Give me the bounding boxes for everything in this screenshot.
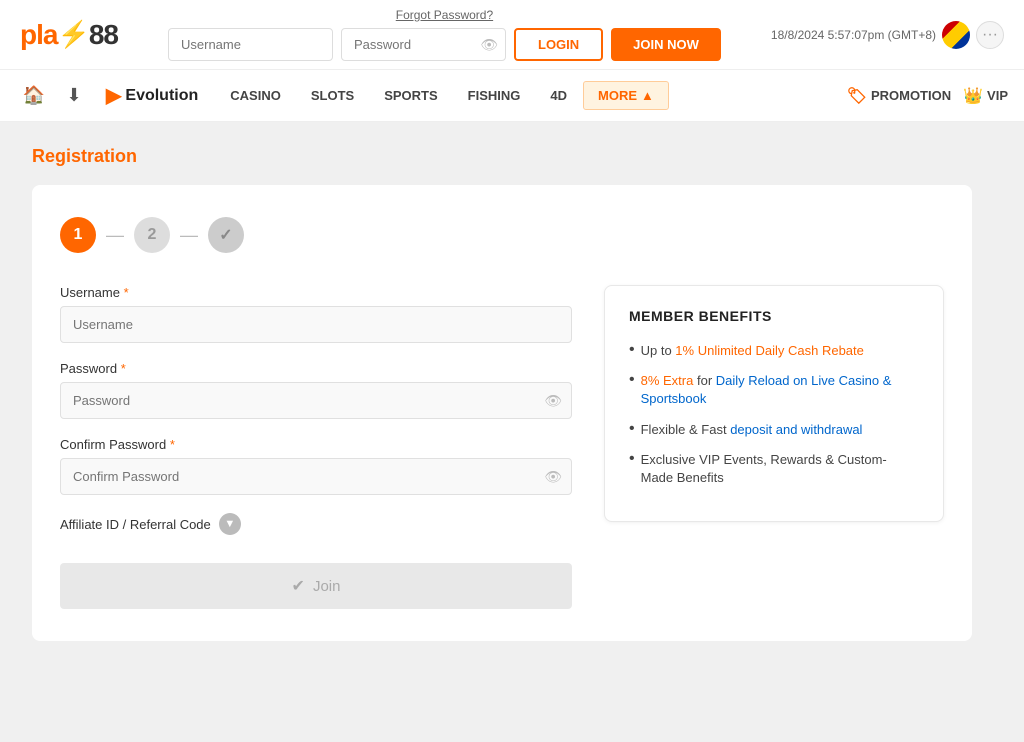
- logo-lightning: ⚡: [57, 19, 88, 50]
- password-field[interactable]: [60, 382, 572, 419]
- nav-more[interactable]: MORE ▲: [583, 81, 669, 110]
- main-content: Registration 1 — 2 — ✓ Username *: [0, 122, 1024, 742]
- registration-card: 1 — 2 — ✓ Username *: [32, 185, 972, 641]
- evolution-arrow-icon: ▶: [106, 83, 121, 108]
- step-2: 2: [134, 217, 170, 253]
- flag-icon[interactable]: [942, 21, 970, 49]
- step-dash-2: —: [180, 225, 198, 246]
- crown-icon: 👑: [963, 86, 983, 106]
- evolution-logo: ▶ Evolution: [106, 83, 198, 108]
- step-dash-1: —: [106, 225, 124, 246]
- logo-number: 88: [89, 19, 118, 51]
- benefit-item-1: Up to 1% Unlimited Daily Cash Rebate: [629, 342, 919, 360]
- steps-indicator: 1 — 2 — ✓: [60, 217, 944, 253]
- join-check-icon: ✔: [292, 576, 305, 596]
- confirm-required: *: [170, 437, 175, 452]
- header-right: 18/8/2024 5:57:07pm (GMT+8) ···: [771, 21, 1004, 49]
- nav-casino[interactable]: CASINO: [216, 82, 295, 109]
- benefits-title: MEMBER BENEFITS: [629, 308, 919, 324]
- affiliate-label: Affiliate ID / Referral Code: [60, 517, 211, 532]
- evolution-label: Evolution: [125, 87, 198, 105]
- nav-4d[interactable]: 4D: [536, 82, 581, 109]
- nav-slots[interactable]: SLOTS: [297, 82, 368, 109]
- affiliate-row[interactable]: Affiliate ID / Referral Code ▼: [60, 513, 572, 535]
- nav-sports[interactable]: SPORTS: [370, 82, 451, 109]
- navbar: 🏠 ⬇ ▶ Evolution CASINO SLOTS SPORTS FISH…: [0, 70, 1024, 122]
- confirm-password-label: Confirm Password *: [60, 437, 572, 452]
- benefit-item-2: 8% Extra for Daily Reload on Live Casino…: [629, 372, 919, 408]
- username-required: *: [124, 285, 129, 300]
- registration-form: Username * Password * 👁: [60, 285, 572, 609]
- nav-promotion[interactable]: 🏷 PROMOTION: [847, 86, 951, 106]
- nav-right: 🏷 PROMOTION 👑 VIP: [847, 86, 1008, 106]
- affiliate-expand-icon[interactable]: ▼: [219, 513, 241, 535]
- nav-links: CASINO SLOTS SPORTS FISHING 4D MORE ▲: [216, 81, 669, 110]
- header-inputs: 👁 LOGIN JOIN NOW: [168, 28, 721, 61]
- join-form-button[interactable]: ✔ Join: [60, 563, 572, 609]
- step-done: ✓: [208, 217, 244, 253]
- home-icon[interactable]: 🏠: [16, 78, 52, 114]
- form-benefits-container: Username * Password * 👁: [60, 285, 944, 609]
- username-group: Username *: [60, 285, 572, 343]
- join-button-wrap: ✔ Join: [60, 563, 572, 609]
- confirm-password-field[interactable]: [60, 458, 572, 495]
- password-eye-icon: 👁: [480, 36, 498, 53]
- promo-icon: 🏷: [847, 86, 867, 106]
- username-field[interactable]: [60, 306, 572, 343]
- password-group: Password * 👁: [60, 361, 572, 419]
- forgot-password-link[interactable]: Forgot Password?: [396, 8, 493, 22]
- datetime-display: 18/8/2024 5:57:07pm (GMT+8): [771, 28, 936, 42]
- benefits-card: MEMBER BENEFITS Up to 1% Unlimited Daily…: [604, 285, 944, 522]
- login-button[interactable]: LOGIN: [514, 28, 603, 61]
- logo-text: pla: [20, 19, 57, 51]
- settings-button[interactable]: ···: [976, 21, 1004, 49]
- join-now-button[interactable]: JOIN NOW: [611, 28, 721, 61]
- page-title: Registration: [32, 146, 992, 167]
- benefits-list: Up to 1% Unlimited Daily Cash Rebate 8% …: [629, 342, 919, 487]
- download-icon[interactable]: ⬇: [56, 78, 92, 114]
- header-center: Forgot Password? 👁 LOGIN JOIN NOW: [168, 8, 721, 61]
- header-password-wrap: 👁: [341, 28, 506, 61]
- confirm-password-group: Confirm Password * 👁: [60, 437, 572, 495]
- header-username-input[interactable]: [168, 28, 333, 61]
- password-toggle-icon[interactable]: 👁: [544, 392, 562, 409]
- header-top: pla⚡88 Forgot Password? 👁 LOGIN JOIN NOW…: [0, 0, 1024, 70]
- benefit-item-3: Flexible & Fast deposit and withdrawal: [629, 421, 919, 439]
- password-required: *: [121, 361, 126, 376]
- chevron-up-icon: ▲: [641, 88, 654, 103]
- confirm-input-wrap: 👁: [60, 458, 572, 495]
- step-1: 1: [60, 217, 96, 253]
- nav-fishing[interactable]: FISHING: [454, 82, 535, 109]
- username-label: Username *: [60, 285, 572, 300]
- logo: pla⚡88: [20, 19, 118, 51]
- password-input-wrap: 👁: [60, 382, 572, 419]
- nav-vip[interactable]: 👑 VIP: [963, 86, 1008, 106]
- benefit-item-4: Exclusive VIP Events, Rewards & Custom-M…: [629, 451, 919, 487]
- password-label: Password *: [60, 361, 572, 376]
- confirm-toggle-icon[interactable]: 👁: [544, 468, 562, 485]
